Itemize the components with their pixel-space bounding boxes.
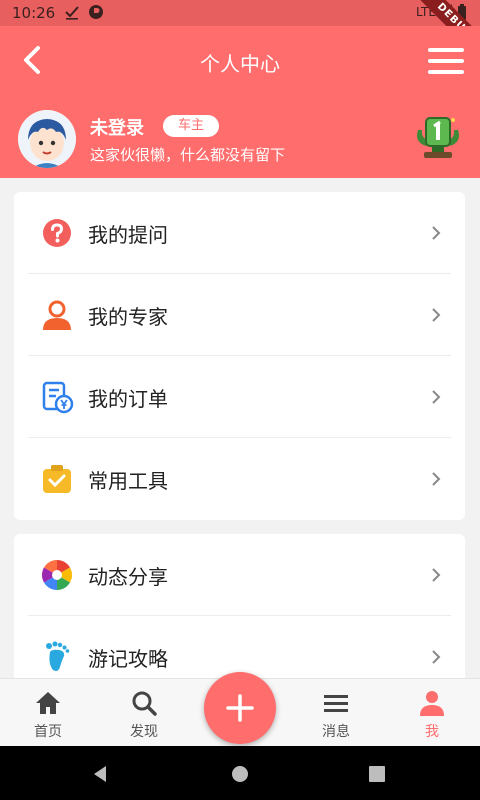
person-icon: [417, 689, 447, 717]
user-name: 未登录: [90, 118, 144, 139]
user-signature: 这家伙很懒，什么都没有留下: [90, 146, 286, 164]
status-bar: 10:26 LTE DEBUG: [0, 0, 480, 70]
chevron-right-icon: [431, 224, 441, 242]
toolbox-icon: [40, 462, 74, 496]
menu-card-secondary: 动态分享 游记攻略: [14, 534, 465, 678]
menu-item-my-experts[interactable]: 我的专家: [14, 274, 465, 356]
level-badge-icon[interactable]: [412, 112, 464, 160]
tab-messages[interactable]: 消息: [288, 679, 384, 747]
menu-item-common-tools[interactable]: 常用工具: [14, 438, 465, 520]
menu-item-my-questions[interactable]: 我的提问: [14, 192, 465, 274]
avatar-boy-icon: [18, 110, 76, 168]
order-icon: [40, 380, 74, 414]
check-icon: [64, 4, 80, 24]
list-icon: [321, 689, 351, 717]
app-bar: 个人中心: [0, 26, 480, 94]
person-icon: [40, 298, 74, 332]
page-title: 个人中心: [200, 52, 280, 76]
recents-square-icon[interactable]: [368, 765, 386, 783]
menu-item-share-feed[interactable]: 动态分享: [14, 534, 465, 616]
home-circle-icon[interactable]: [229, 763, 251, 785]
menu-item-label: 我的专家: [88, 305, 168, 329]
home-icon: [33, 689, 63, 717]
footprint-icon: [40, 640, 74, 674]
menu-item-label: 动态分享: [88, 565, 168, 589]
circle-p-icon: [88, 4, 104, 24]
menu-item-label: 我的订单: [88, 387, 168, 411]
chevron-right-icon: [431, 648, 441, 666]
tab-label: 我: [425, 724, 439, 740]
back-triangle-icon[interactable]: [90, 764, 110, 784]
avatar[interactable]: [18, 110, 76, 168]
tab-discover[interactable]: 发现: [96, 679, 192, 747]
role-badge: 车主: [163, 115, 219, 137]
tab-label: 发现: [130, 724, 158, 740]
hamburger-icon-bar: [428, 59, 464, 63]
profile-header[interactable]: 未登录 车主 这家伙很懒，什么都没有留下: [0, 94, 480, 178]
status-time: 10:26: [12, 4, 56, 22]
hamburger-icon-bar: [428, 70, 464, 74]
plus-icon: [226, 694, 254, 722]
tab-label: 消息: [322, 724, 350, 740]
search-icon: [129, 689, 159, 717]
menu-item-label: 常用工具: [88, 469, 168, 493]
menu-item-travel-guides[interactable]: 游记攻略: [14, 616, 465, 678]
menu-item-label: 我的提问: [88, 223, 168, 247]
chevron-right-icon: [431, 306, 441, 324]
tab-label: 首页: [34, 724, 62, 740]
menu-item-my-orders[interactable]: 我的订单: [14, 356, 465, 438]
aperture-icon: [40, 558, 74, 592]
tab-home[interactable]: 首页: [0, 679, 96, 747]
chevron-right-icon: [431, 566, 441, 584]
hamburger-icon-bar: [428, 48, 464, 52]
system-nav-bar: [0, 746, 480, 800]
tab-me[interactable]: 我: [384, 679, 480, 747]
menu-item-label: 游记攻略: [88, 647, 168, 671]
chevron-right-icon: [431, 470, 441, 488]
menu-button[interactable]: [428, 48, 464, 74]
question-icon: [40, 216, 74, 250]
add-button[interactable]: [204, 672, 276, 744]
menu-card-primary: 我的提问 我的专家 我的订单 常用工具: [14, 192, 465, 520]
chevron-right-icon: [431, 388, 441, 406]
